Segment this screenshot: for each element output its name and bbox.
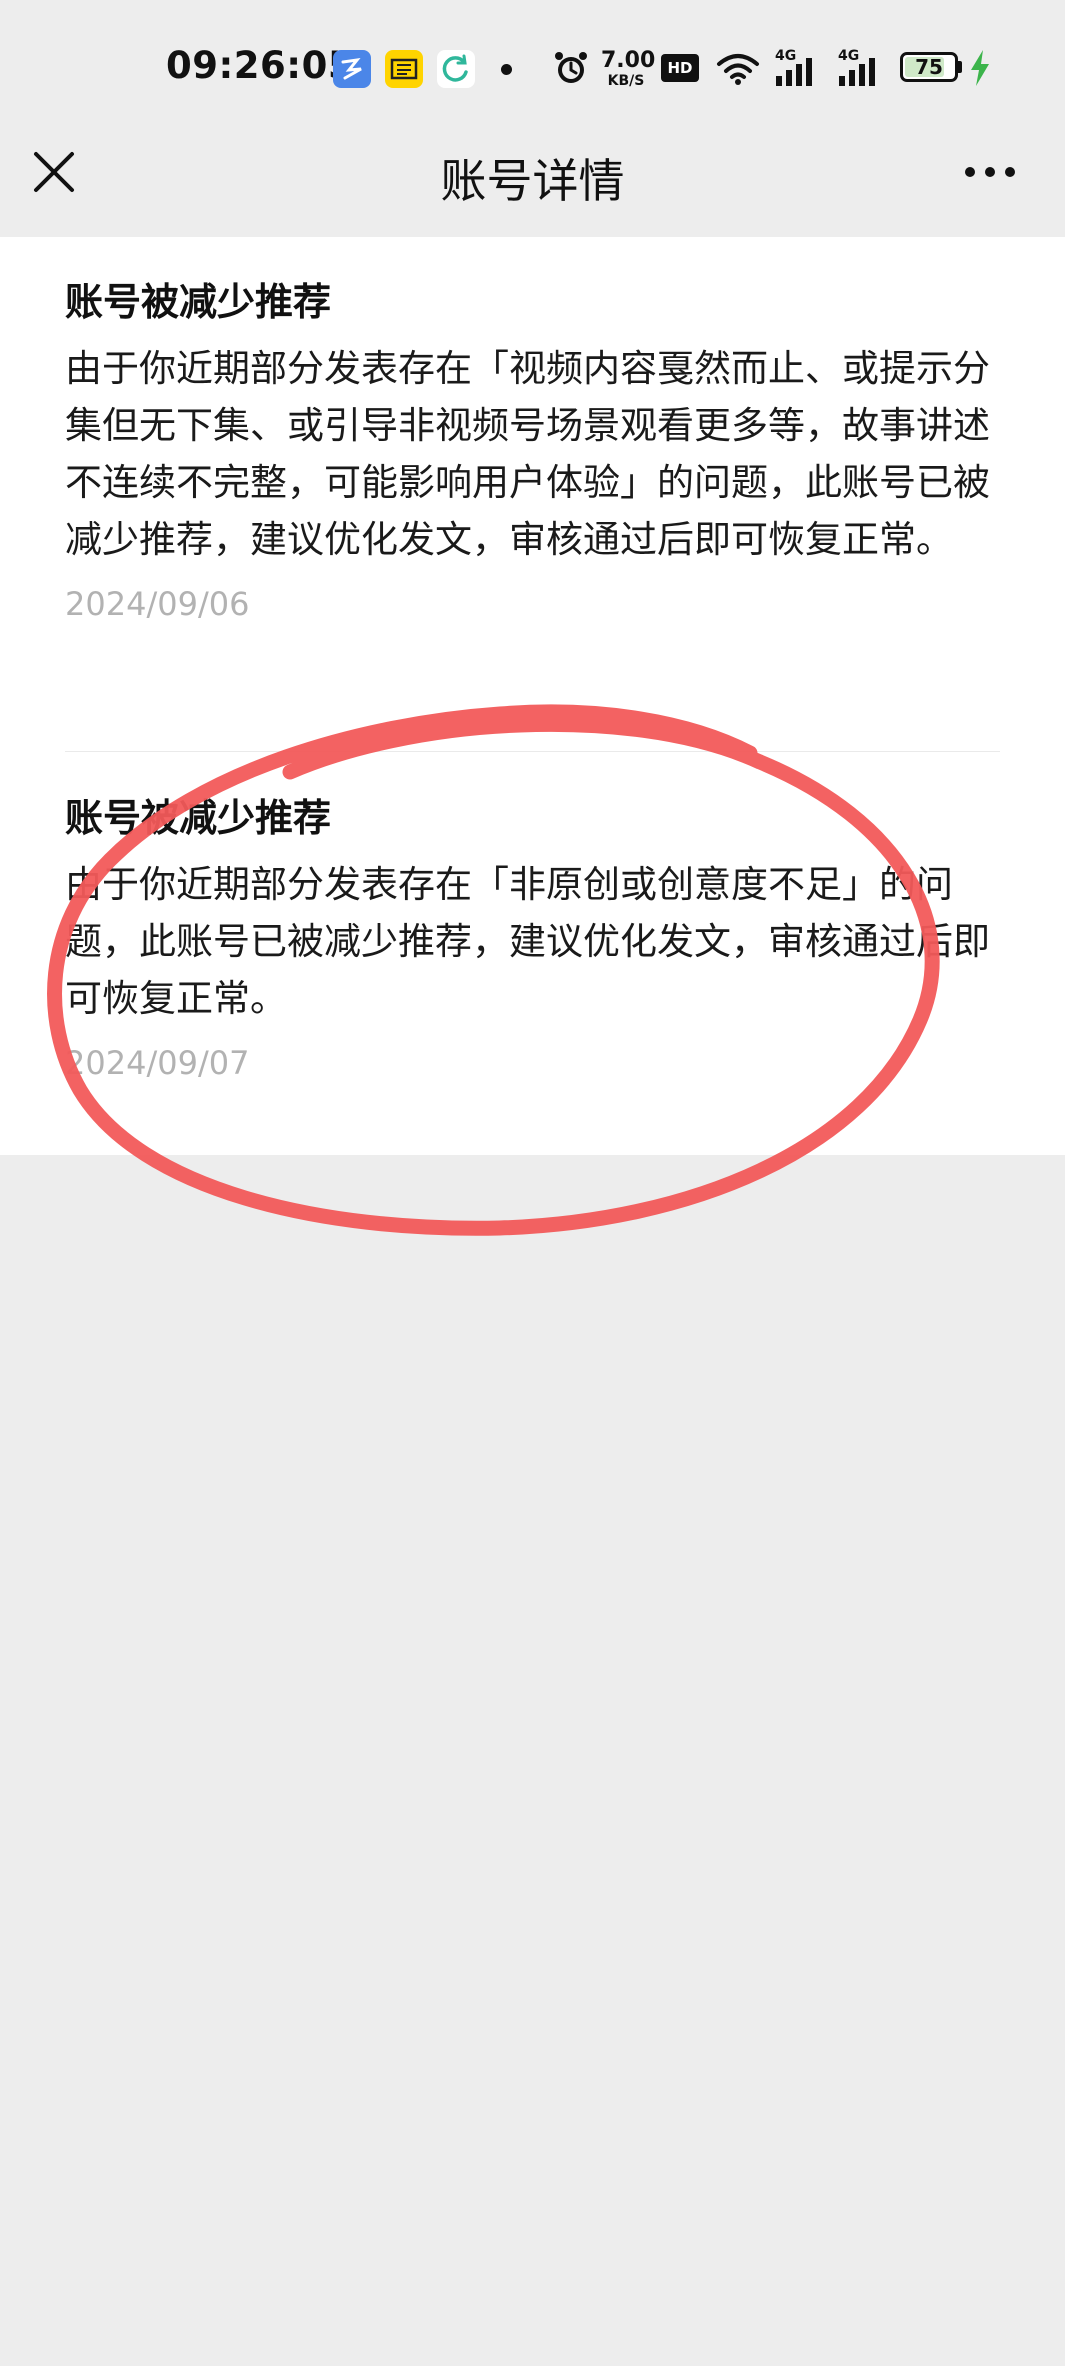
app-notification-icon	[385, 50, 423, 88]
more-notifications-dot-icon	[501, 64, 512, 75]
signal-strength-icon	[776, 58, 812, 86]
more-options-button[interactable]	[962, 152, 1018, 192]
network-speed-unit: KB/S	[607, 73, 645, 89]
signal-strength-icon	[839, 58, 875, 86]
notice-title: 账号被减少推荐	[65, 280, 332, 324]
notice-title: 账号被减少推荐	[65, 796, 332, 840]
notice-divider	[65, 751, 1000, 752]
battery-level: 75	[915, 55, 943, 79]
app-notification-icon	[437, 50, 475, 88]
hd-voice-badge: HD	[661, 54, 699, 82]
status-bar: 09:26:05 7.00 KB/S HD 4G 4G 75	[0, 0, 1065, 138]
battery-tip	[958, 61, 962, 73]
page-title: 账号详情	[440, 154, 625, 208]
alarm-icon	[555, 52, 587, 83]
app-notification-icon	[333, 50, 371, 88]
network-speed-value: 7.00	[601, 48, 656, 73]
notice-item: 账号被减少推荐 由于你近期部分发表存在「非原创或创意度不足」的问题，此账号已被减…	[65, 792, 1000, 1085]
charging-bolt-icon	[971, 50, 989, 86]
wifi-icon	[717, 54, 759, 85]
status-time: 09:26:05	[166, 44, 355, 87]
notice-date: 2024/09/07	[65, 1044, 250, 1082]
notice-item: 账号被减少推荐 由于你近期部分发表存在「视频内容戛然而止、或提示分集但无下集、或…	[65, 276, 1000, 626]
battery-indicator: 75	[900, 52, 958, 82]
network-speed: 7.00 KB/S	[601, 48, 656, 89]
more-dots-icon	[965, 167, 1015, 177]
notice-date: 2024/09/06	[65, 585, 250, 623]
notice-body: 由于你近期部分发表存在「非原创或创意度不足」的问题，此账号已被减少推荐，建议优化…	[65, 863, 990, 1020]
notice-body: 由于你近期部分发表存在「视频内容戛然而止、或提示分集但无下集、或引导非视频号场景…	[65, 347, 990, 561]
notice-list: 账号被减少推荐 由于你近期部分发表存在「视频内容戛然而止、或提示分集但无下集、或…	[0, 237, 1065, 1155]
